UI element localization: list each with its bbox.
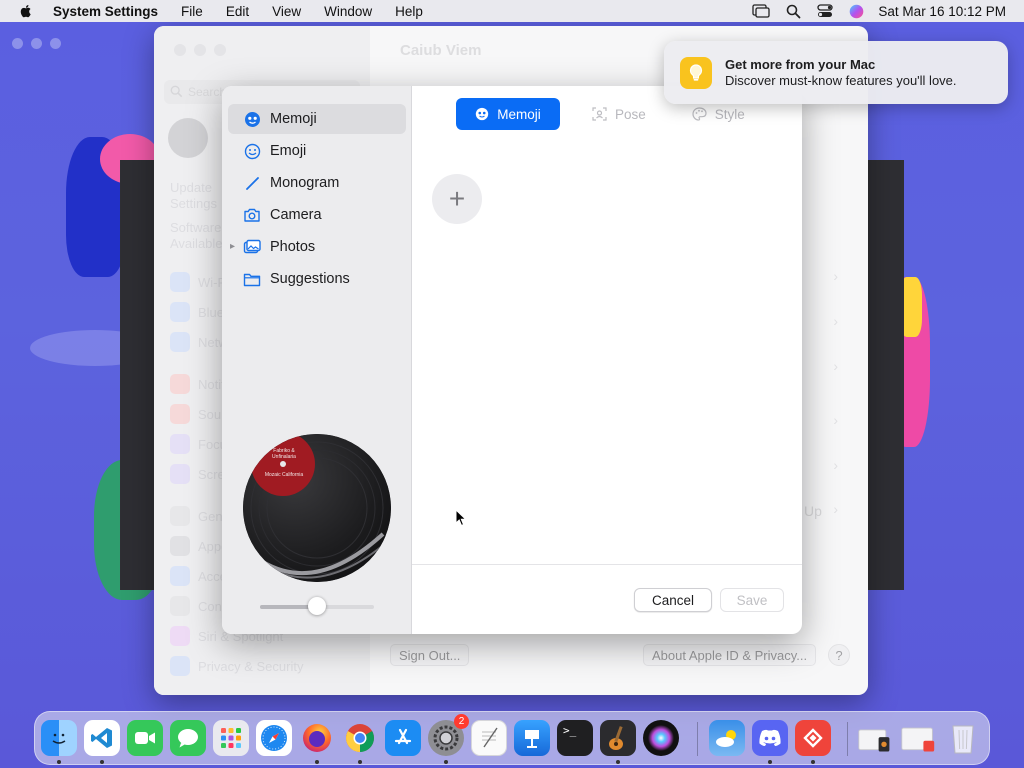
source-item-camera[interactable]: Camera: [228, 200, 406, 230]
plus-icon: +: [448, 183, 466, 214]
dock-documents-stack-icon[interactable]: [900, 720, 936, 756]
tips-notification[interactable]: Get more from your Mac Discover must-kno…: [664, 41, 1008, 104]
avatar-source-sidebar: Memoji Emoji Monogram Camera ▸ Photos Su…: [222, 86, 412, 634]
folder-icon: [242, 269, 262, 289]
source-item-label: Memoji: [270, 111, 317, 127]
cancel-button[interactable]: Cancel: [634, 588, 712, 612]
notification-body: Discover must-know features you'll love.: [725, 73, 957, 88]
dock-running-indicator: [57, 760, 61, 764]
dock-finder-icon[interactable]: [41, 720, 77, 756]
palette-icon: [692, 107, 707, 121]
siri-icon[interactable]: [849, 4, 864, 19]
dock-weather-icon[interactable]: [709, 720, 745, 756]
dock: 2 >_: [34, 711, 990, 765]
cancel-label: Cancel: [651, 592, 695, 608]
save-button[interactable]: Save: [720, 588, 784, 612]
avatar-picker-sheet: Memoji Emoji Monogram Camera ▸ Photos Su…: [222, 86, 802, 634]
dock-anydesk-icon[interactable]: [795, 720, 831, 756]
tab-label: Memoji: [497, 106, 541, 122]
dock-discord-icon[interactable]: [752, 720, 788, 756]
dock-chrome-icon[interactable]: [342, 720, 378, 756]
spotlight-search-icon[interactable]: [786, 4, 801, 19]
notification-badge: 2: [454, 714, 469, 729]
menu-window[interactable]: Window: [324, 4, 372, 19]
source-item-label: Suggestions: [270, 271, 350, 287]
menu-bar: System Settings File Edit View Window He…: [0, 0, 1024, 22]
add-memoji-button[interactable]: +: [432, 174, 482, 224]
menu-file[interactable]: File: [181, 4, 203, 19]
source-item-label: Monogram: [270, 175, 340, 191]
dock-siri-icon[interactable]: [643, 720, 679, 756]
menu-help[interactable]: Help: [395, 4, 423, 19]
dock-separator: [697, 722, 698, 756]
dock-running-indicator: [616, 760, 620, 764]
monogram-icon: [242, 173, 262, 193]
memoji-icon: [475, 107, 489, 121]
source-item-label: Photos: [270, 239, 316, 255]
dock-keynote-icon[interactable]: [514, 720, 550, 756]
camera-icon: [242, 205, 262, 225]
menu-view[interactable]: View: [272, 4, 301, 19]
zoom-slider-knob[interactable]: [308, 597, 326, 615]
screen-mirroring-icon[interactable]: [752, 4, 771, 18]
dock-downloads-stack-icon[interactable]: [857, 720, 893, 756]
source-item-emoji[interactable]: Emoji: [228, 136, 406, 166]
source-item-photos[interactable]: Photos: [228, 232, 406, 262]
dock-firefox-icon[interactable]: [299, 720, 335, 756]
control-center-icon[interactable]: [817, 4, 834, 18]
source-item-monogram[interactable]: Monogram: [228, 168, 406, 198]
dock-facetime-icon[interactable]: [127, 720, 163, 756]
mouse-pointer-icon: [455, 509, 467, 527]
menu-clock[interactable]: Sat Mar 16 10:12 PM: [878, 4, 1006, 19]
dock-launchpad-icon[interactable]: [213, 720, 249, 756]
dock-running-indicator: [315, 760, 319, 764]
dock-terminal-icon[interactable]: >_: [557, 720, 593, 756]
avatar-preview-image[interactable]: Fabriko & Unfinalaria Mozaic California: [243, 434, 391, 582]
tab-pose[interactable]: Pose: [574, 98, 660, 130]
pose-icon: [592, 107, 607, 121]
menu-extras: Sat Mar 16 10:12 PM: [736, 0, 1006, 22]
dock-safari-icon[interactable]: [256, 720, 292, 756]
source-item-label: Emoji: [270, 143, 307, 159]
wallpaper-dark-panel-right: [866, 160, 904, 590]
notification-title: Get more from your Mac: [725, 57, 876, 72]
photos-icon: [242, 237, 262, 257]
dock-running-indicator: [100, 760, 104, 764]
record-label-bottom: Mozaic California: [264, 472, 304, 478]
dock-running-indicator: [358, 760, 362, 764]
tips-lightbulb-icon: [680, 57, 712, 89]
tab-label: Style: [714, 106, 745, 122]
dock-separator: [847, 722, 848, 756]
dock-running-indicator: [444, 760, 448, 764]
dock-trash-icon[interactable]: [945, 720, 981, 756]
dock-system-settings-icon[interactable]: 2: [428, 714, 469, 756]
terminal-prompt-icon: >_: [563, 724, 577, 737]
tab-memoji[interactable]: Memoji: [456, 98, 560, 130]
dock-textedit-icon[interactable]: [471, 720, 507, 756]
emoji-icon: [242, 141, 262, 161]
wallpaper-traffic-lights: [12, 38, 61, 49]
sheet-footer-divider: [412, 564, 802, 565]
menu-app-name[interactable]: System Settings: [53, 4, 158, 19]
save-label: Save: [736, 592, 768, 608]
tab-label: Pose: [615, 106, 646, 122]
memoji-icon: [242, 109, 262, 129]
menu-edit[interactable]: Edit: [226, 4, 249, 19]
dock-vscode-icon[interactable]: [84, 720, 120, 756]
dock-running-indicator: [768, 760, 772, 764]
dock-messages-icon[interactable]: [170, 720, 206, 756]
source-item-suggestions[interactable]: Suggestions: [228, 264, 406, 294]
dock-app-store-icon[interactable]: [385, 720, 421, 756]
source-item-memoji[interactable]: Memoji: [228, 104, 406, 134]
apple-menu-icon[interactable]: [18, 3, 34, 19]
dock-garageband-icon[interactable]: [600, 720, 636, 756]
dock-running-indicator: [811, 760, 815, 764]
source-item-label: Camera: [270, 207, 322, 223]
record-label-top: Fabriko & Unfinalaria: [272, 448, 296, 460]
